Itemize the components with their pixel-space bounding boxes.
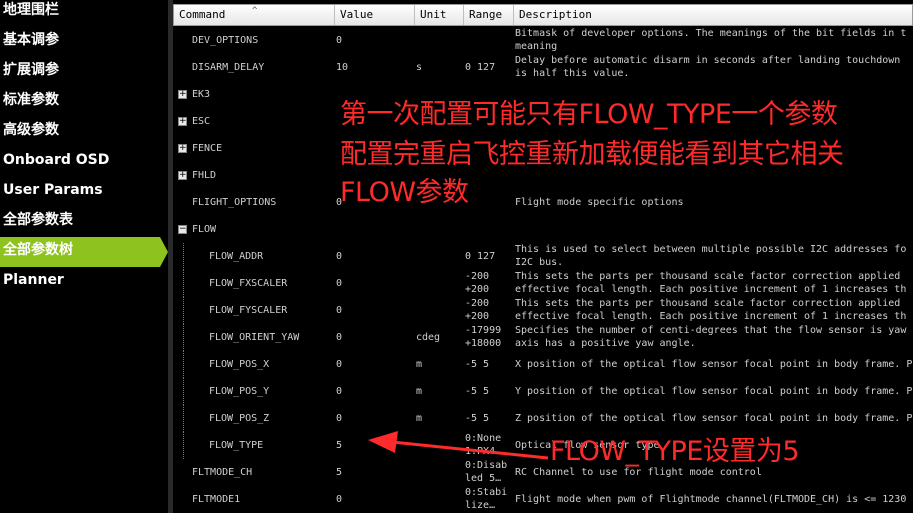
annotation-arrow-icon bbox=[368, 431, 549, 460]
